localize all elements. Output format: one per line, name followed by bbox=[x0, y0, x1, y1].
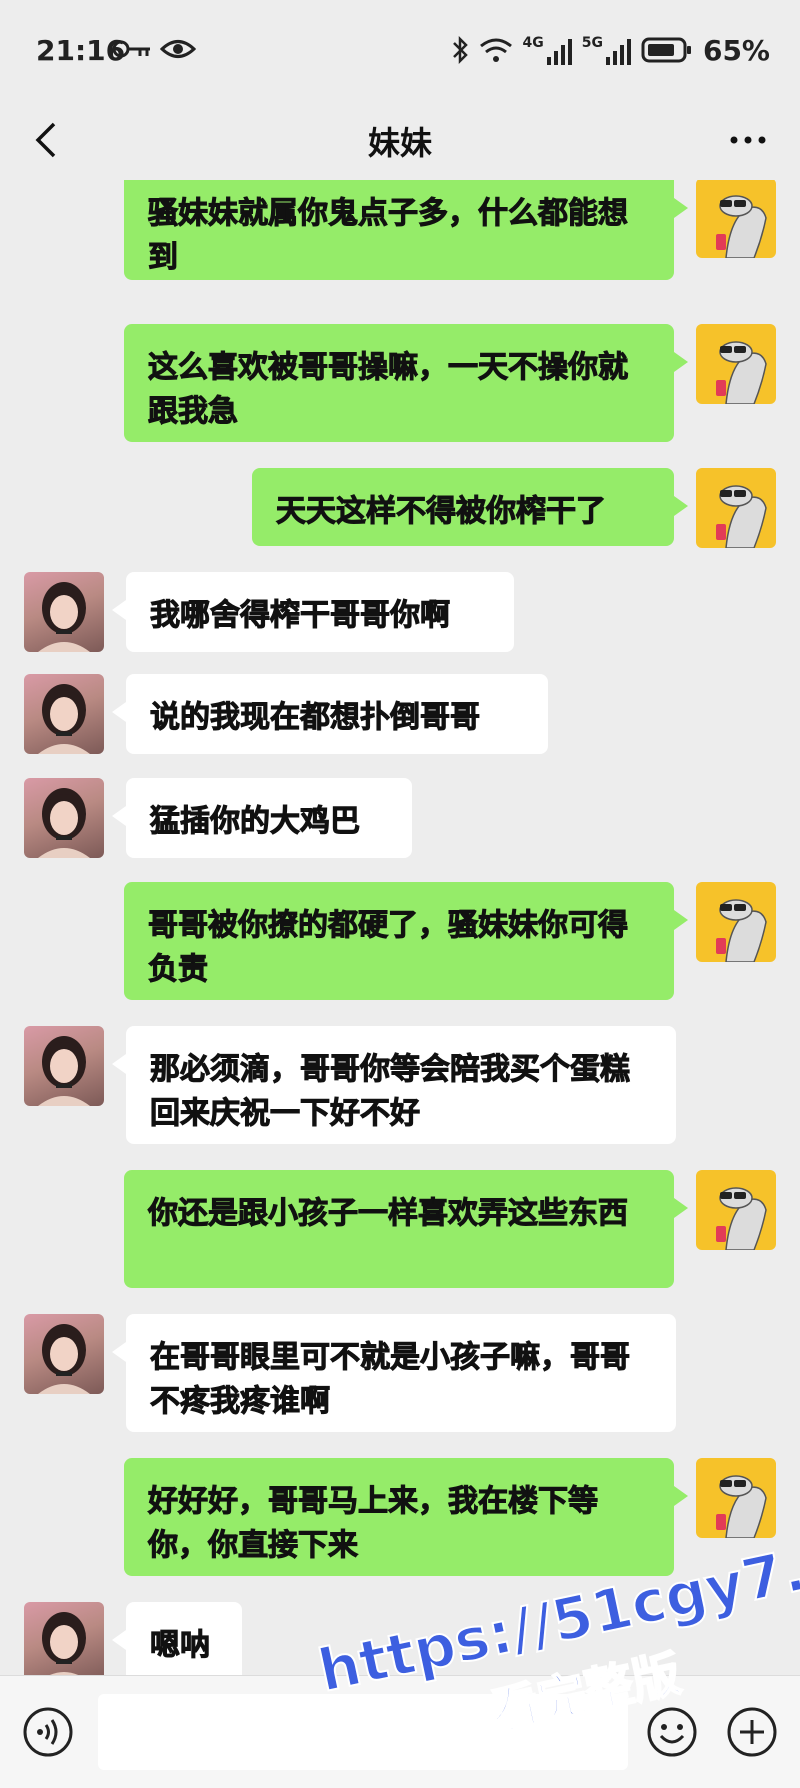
chat-area[interactable]: 骚妹妹就属你鬼点子多，什么都能想到 这么喜欢被哥哥操嘛，一天不操你就跟我急 天天… bbox=[0, 180, 800, 1675]
voice-icon[interactable] bbox=[22, 1706, 74, 1758]
message-bubble-received[interactable]: 那必须滴，哥哥你等会陪我买个蛋糕回来庆祝一下好不好 bbox=[112, 1026, 676, 1144]
signal-bars-icon bbox=[546, 39, 572, 65]
battery-percent: 65% bbox=[702, 33, 770, 67]
my-avatar[interactable] bbox=[696, 1170, 776, 1250]
rat-sunglasses-avatar-icon bbox=[716, 341, 767, 404]
message-bubble-received[interactable]: 我哪舍得榨干哥哥你啊 bbox=[112, 572, 514, 652]
rat-sunglasses-avatar-icon bbox=[716, 485, 767, 548]
girl-portrait-avatar-icon bbox=[38, 1036, 90, 1106]
status-right-group: 4G 5G 65% bbox=[451, 30, 770, 70]
key-icon bbox=[112, 40, 150, 58]
message-bubble-received[interactable]: 猛插你的大鸡巴 bbox=[112, 778, 412, 858]
message-bubble-received[interactable]: 说的我现在都想扑倒哥哥 bbox=[112, 674, 548, 754]
message-bubble-sent[interactable]: 骚妹妹就属你鬼点子多，什么都能想到 bbox=[124, 180, 688, 280]
bluetooth-icon bbox=[452, 35, 468, 65]
girl-portrait-avatar-icon bbox=[42, 1612, 86, 1675]
signal-5g: 5G bbox=[582, 35, 631, 65]
message-bubble-received[interactable]: 嗯呐 bbox=[112, 1602, 242, 1675]
my-avatar[interactable] bbox=[696, 882, 776, 962]
my-avatar[interactable] bbox=[696, 1458, 776, 1538]
girl-portrait-avatar-icon bbox=[38, 684, 90, 754]
my-avatar[interactable] bbox=[696, 180, 776, 258]
my-avatar[interactable] bbox=[696, 468, 776, 548]
contact-avatar[interactable] bbox=[24, 674, 104, 754]
status-bar: 21:16 4G 5G 65% bbox=[0, 0, 800, 100]
girl-portrait-avatar-icon bbox=[38, 1324, 90, 1394]
chat-title: 妹妹 bbox=[367, 124, 432, 162]
contact-avatar[interactable] bbox=[24, 1314, 104, 1394]
network-5g-label: 5G bbox=[581, 35, 603, 51]
more-icon[interactable] bbox=[726, 120, 770, 160]
message-bubble-sent[interactable]: 哥哥被你撩的都硬了，骚妹妹你可得负责 bbox=[124, 882, 688, 1000]
network-4g-label: 4G bbox=[522, 35, 544, 51]
battery-icon bbox=[641, 37, 691, 63]
rat-sunglasses-avatar-icon bbox=[716, 899, 767, 962]
message-bubble-sent[interactable]: 天天这样不得被你榨干了 bbox=[252, 468, 688, 546]
message-input[interactable] bbox=[98, 1694, 628, 1770]
rat-sunglasses-avatar-icon bbox=[716, 1187, 767, 1250]
wifi-icon bbox=[479, 38, 512, 62]
girl-portrait-avatar-icon bbox=[38, 788, 90, 858]
eye-icon bbox=[160, 40, 196, 58]
message-bubble-received[interactable]: 在哥哥眼里可不就是小孩子嘛，哥哥不疼我疼谁啊 bbox=[112, 1314, 676, 1432]
my-avatar[interactable] bbox=[696, 324, 776, 404]
girl-portrait-avatar-icon bbox=[38, 582, 90, 652]
contact-avatar[interactable] bbox=[24, 1026, 104, 1106]
message-bubble-sent[interactable]: 好好好，哥哥马上来，我在楼下等你，你直接下来 bbox=[124, 1458, 688, 1576]
plus-icon[interactable] bbox=[726, 1706, 778, 1758]
signal-bars-icon bbox=[605, 39, 631, 65]
nav-bar: 妹妹 bbox=[0, 100, 800, 180]
rat-sunglasses-avatar-icon bbox=[716, 195, 767, 258]
message-bubble-sent[interactable]: 你还是跟小孩子一样喜欢弄这些东西 bbox=[124, 1170, 688, 1288]
emoji-icon[interactable] bbox=[646, 1706, 698, 1758]
contact-avatar[interactable] bbox=[24, 778, 104, 858]
input-bar bbox=[0, 1675, 800, 1788]
message-bubble-sent[interactable]: 这么喜欢被哥哥操嘛，一天不操你就跟我急 bbox=[124, 324, 688, 442]
rat-sunglasses-avatar-icon bbox=[716, 1475, 767, 1538]
signal-4g: 4G bbox=[523, 35, 572, 65]
contact-avatar[interactable] bbox=[24, 572, 104, 652]
contact-avatar[interactable] bbox=[24, 1602, 104, 1675]
